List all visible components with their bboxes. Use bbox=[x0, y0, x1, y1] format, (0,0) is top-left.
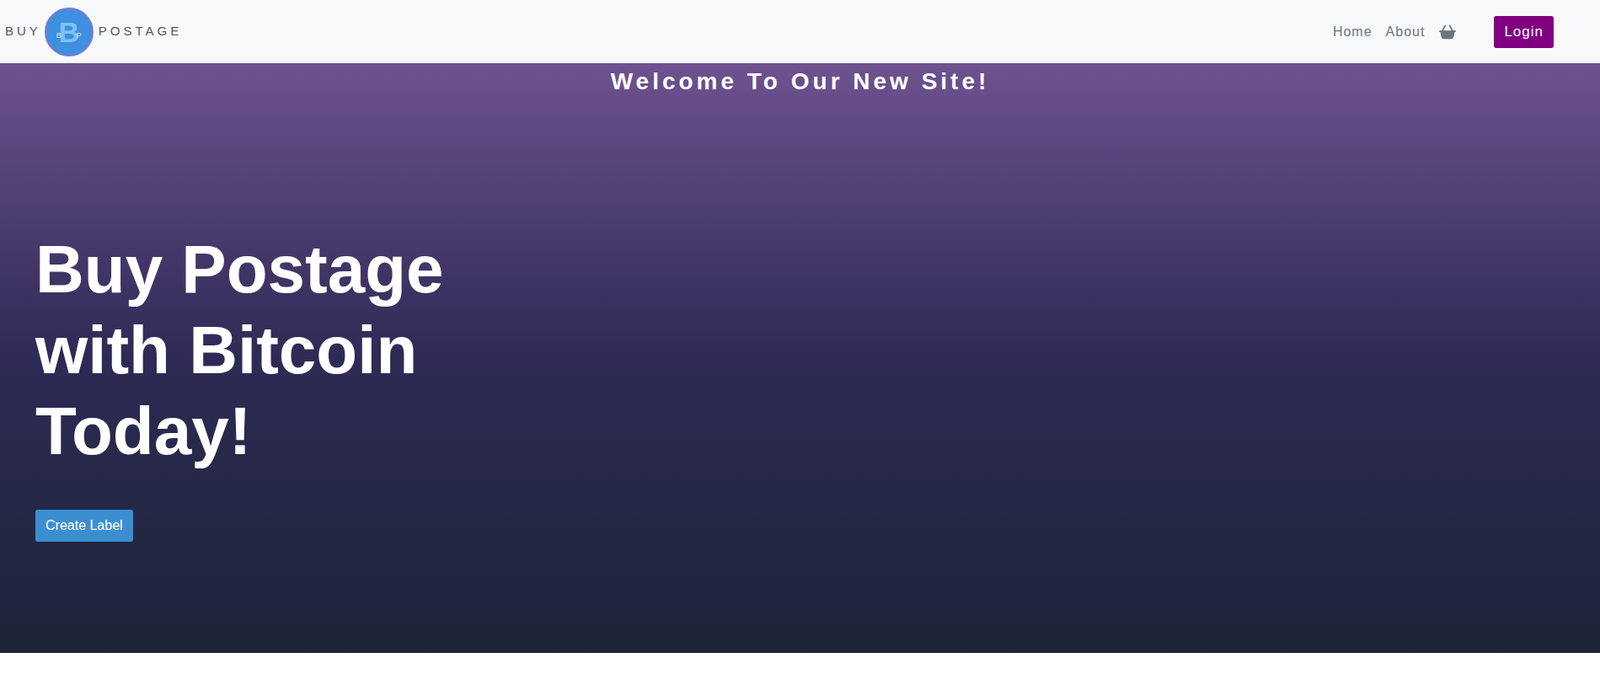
login-button[interactable]: Login bbox=[1493, 16, 1554, 49]
hero-heading-line: Today! bbox=[35, 390, 1600, 472]
basket-icon[interactable] bbox=[1438, 22, 1457, 42]
nav-link[interactable]: About bbox=[1379, 15, 1433, 49]
navbar: BUYBBPPOSTAGEHomeAboutLogin bbox=[0, 0, 1600, 64]
nav-link[interactable]: Home bbox=[1326, 15, 1380, 49]
create-label-button[interactable]: Create Label bbox=[35, 509, 134, 542]
logo-mark-letter: B bbox=[58, 17, 81, 47]
logo-mark-small-left: B bbox=[56, 32, 62, 40]
brand-left-text: BUY bbox=[5, 21, 42, 42]
logo-mark-small-right: P bbox=[76, 32, 82, 40]
nav-right: HomeAbout Login bbox=[1326, 15, 1554, 49]
brand-right-text: POSTAGE bbox=[98, 21, 182, 42]
logo-mark-icon: BBP bbox=[44, 7, 94, 57]
hero: Welcome To Our New Site! Buy Postagewith … bbox=[0, 63, 1600, 653]
welcome-text: Welcome To Our New Site! bbox=[0, 63, 1600, 99]
hero-heading-line: with Bitcoin bbox=[35, 310, 1600, 391]
hero-heading: Buy Postagewith BitcoinToday! bbox=[35, 229, 1600, 472]
brand-logo[interactable]: BUYBBPPOSTAGE bbox=[5, 7, 182, 57]
page: BUYBBPPOSTAGEHomeAboutLoginWelcome To Ou… bbox=[0, 0, 1600, 690]
hero-heading-line: Buy Postage bbox=[35, 229, 1600, 311]
hero-actions: Create Label bbox=[35, 509, 1600, 542]
